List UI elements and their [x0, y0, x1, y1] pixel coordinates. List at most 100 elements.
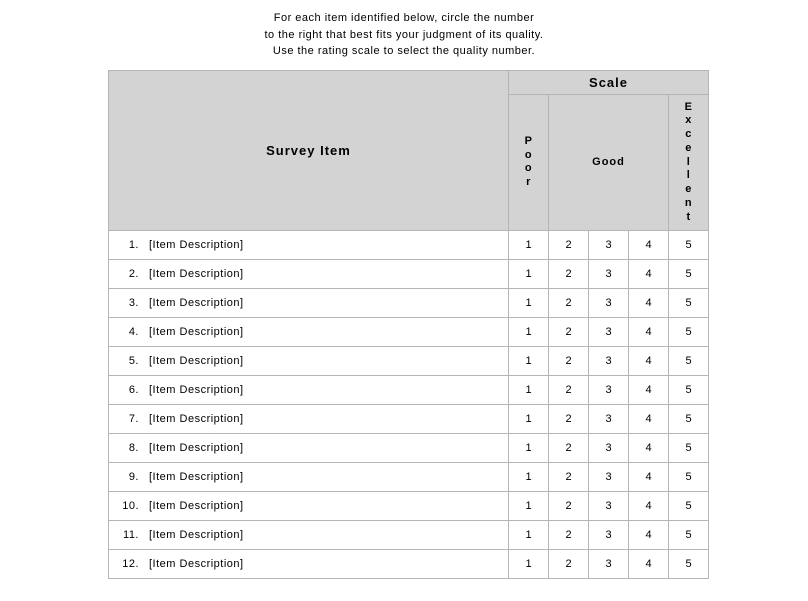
- rating-option[interactable]: 5: [669, 521, 709, 550]
- rating-option[interactable]: 3: [589, 289, 629, 318]
- rating-option[interactable]: 3: [589, 260, 629, 289]
- rating-option[interactable]: 1: [509, 521, 549, 550]
- rating-option[interactable]: 1: [509, 492, 549, 521]
- item-number: 11.: [115, 529, 139, 541]
- rating-option[interactable]: 2: [549, 289, 589, 318]
- rating-option[interactable]: 3: [589, 405, 629, 434]
- item-cell: 4.[Item Description]: [109, 318, 509, 347]
- item-description: [Item Description]: [149, 413, 244, 425]
- item-description: [Item Description]: [149, 297, 244, 309]
- item-cell: 1. [Item Description]: [109, 231, 509, 260]
- rating-option[interactable]: 4: [629, 289, 669, 318]
- rating-option[interactable]: 1: [509, 260, 549, 289]
- header-poor: Poor: [509, 94, 549, 231]
- item-description: [Item Description]: [149, 442, 244, 454]
- rating-option[interactable]: 2: [549, 231, 589, 260]
- rating-option[interactable]: 5: [669, 550, 709, 579]
- rating-option[interactable]: 4: [629, 550, 669, 579]
- rating-option[interactable]: 1: [509, 405, 549, 434]
- table-row: 7. [Item Description] 12345: [109, 405, 709, 434]
- rating-option[interactable]: 1: [509, 550, 549, 579]
- item-description: [Item Description]: [149, 529, 244, 541]
- table-row: 10.[Item Description]12345: [109, 492, 709, 521]
- rating-option[interactable]: 4: [629, 521, 669, 550]
- rating-option[interactable]: 3: [589, 347, 629, 376]
- rating-option[interactable]: 3: [589, 376, 629, 405]
- rating-option[interactable]: 5: [669, 405, 709, 434]
- rating-option[interactable]: 1: [509, 463, 549, 492]
- rating-option[interactable]: 3: [589, 434, 629, 463]
- rating-option[interactable]: 5: [669, 376, 709, 405]
- item-number: 7.: [115, 413, 139, 425]
- item-cell: 6.[Item Description]: [109, 376, 509, 405]
- item-cell: 5. [Item Description]: [109, 347, 509, 376]
- rating-option[interactable]: 2: [549, 550, 589, 579]
- survey-table: Survey Item Scale Poor Good Excellent 1.…: [108, 70, 709, 580]
- item-number: 3.: [115, 297, 139, 309]
- rating-option[interactable]: 3: [589, 521, 629, 550]
- rating-option[interactable]: 4: [629, 434, 669, 463]
- rating-option[interactable]: 3: [589, 231, 629, 260]
- header-excellent: Excellent: [669, 94, 709, 231]
- rating-option[interactable]: 5: [669, 492, 709, 521]
- rating-option[interactable]: 4: [629, 376, 669, 405]
- rating-option[interactable]: 4: [629, 492, 669, 521]
- item-cell: 9. [Item Description]: [109, 463, 509, 492]
- item-number: 9.: [115, 471, 139, 483]
- item-cell: 3. [Item Description]: [109, 289, 509, 318]
- rating-option[interactable]: 4: [629, 347, 669, 376]
- rating-option[interactable]: 2: [549, 405, 589, 434]
- rating-option[interactable]: 4: [629, 463, 669, 492]
- item-description: [Item Description]: [149, 268, 244, 280]
- item-cell: 12.[Item Description]: [109, 550, 509, 579]
- item-number: 2.: [115, 268, 139, 280]
- rating-option[interactable]: 3: [589, 463, 629, 492]
- rating-option[interactable]: 1: [509, 289, 549, 318]
- rating-option[interactable]: 5: [669, 231, 709, 260]
- item-description: [Item Description]: [149, 558, 244, 570]
- rating-option[interactable]: 3: [589, 318, 629, 347]
- item-description: [Item Description]: [149, 239, 244, 251]
- rating-option[interactable]: 5: [669, 318, 709, 347]
- rating-option[interactable]: 1: [509, 376, 549, 405]
- item-cell: 10.[Item Description]: [109, 492, 509, 521]
- rating-option[interactable]: 5: [669, 260, 709, 289]
- rating-option[interactable]: 4: [629, 405, 669, 434]
- table-row: 11. [Item Description] 12345: [109, 521, 709, 550]
- item-description: [Item Description]: [149, 471, 244, 483]
- rating-option[interactable]: 2: [549, 347, 589, 376]
- rating-option[interactable]: 2: [549, 463, 589, 492]
- rating-option[interactable]: 5: [669, 289, 709, 318]
- item-number: 10.: [115, 500, 139, 512]
- rating-option[interactable]: 1: [509, 347, 549, 376]
- rating-option[interactable]: 1: [509, 434, 549, 463]
- table-row: 5. [Item Description] 12345: [109, 347, 709, 376]
- rating-option[interactable]: 5: [669, 434, 709, 463]
- rating-option[interactable]: 2: [549, 318, 589, 347]
- instructions-line-2: to the right that best fits your judgmen…: [0, 27, 808, 44]
- item-description: [Item Description]: [149, 355, 244, 367]
- table-row: 4.[Item Description]12345: [109, 318, 709, 347]
- header-survey-item: Survey Item: [109, 70, 509, 231]
- rating-option[interactable]: 5: [669, 347, 709, 376]
- rating-option[interactable]: 4: [629, 318, 669, 347]
- rating-option[interactable]: 3: [589, 550, 629, 579]
- rating-option[interactable]: 1: [509, 231, 549, 260]
- rating-option[interactable]: 2: [549, 260, 589, 289]
- item-number: 4.: [115, 326, 139, 338]
- item-number: 1.: [115, 239, 139, 251]
- rating-option[interactable]: 2: [549, 434, 589, 463]
- item-number: 5.: [115, 355, 139, 367]
- rating-option[interactable]: 3: [589, 492, 629, 521]
- item-description: [Item Description]: [149, 384, 244, 396]
- rating-option[interactable]: 2: [549, 492, 589, 521]
- header-good: Good: [549, 94, 669, 231]
- table-row: 12.[Item Description]12345: [109, 550, 709, 579]
- rating-option[interactable]: 2: [549, 521, 589, 550]
- rating-option[interactable]: 5: [669, 463, 709, 492]
- rating-option[interactable]: 1: [509, 318, 549, 347]
- item-cell: 8.[Item Description]: [109, 434, 509, 463]
- rating-option[interactable]: 2: [549, 376, 589, 405]
- rating-option[interactable]: 4: [629, 231, 669, 260]
- rating-option[interactable]: 4: [629, 260, 669, 289]
